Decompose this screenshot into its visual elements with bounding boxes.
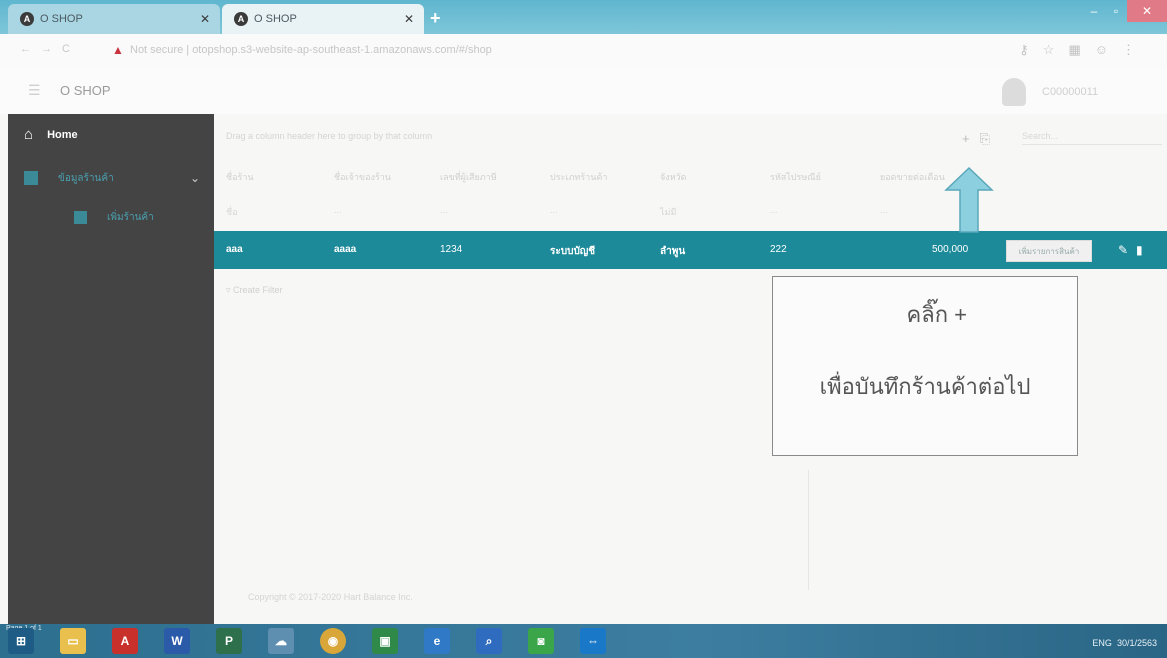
- word-icon[interactable]: W: [164, 628, 190, 654]
- annotation-callout: คลิ๊ก + เพื่อบันทึกร้านค้าต่อไป: [772, 276, 1078, 456]
- filter-cell[interactable]: ไม่มี: [660, 205, 676, 219]
- filter-cell[interactable]: ...: [880, 205, 888, 215]
- export-icon[interactable]: ⎘: [980, 131, 1000, 146]
- filter-cell[interactable]: ...: [550, 205, 558, 215]
- window-controls: – ▫ ✕: [1083, 0, 1167, 22]
- chevron-down-icon: ⌄: [189, 171, 200, 185]
- tab-title: O SHOP: [40, 13, 83, 25]
- column-header[interactable]: รหัสไปรษณีย์: [770, 170, 821, 184]
- brand-title: O SHOP: [60, 83, 111, 98]
- search-icon[interactable]: ⌕: [476, 628, 502, 654]
- angular-logo-icon: A: [20, 12, 34, 26]
- edit-icon[interactable]: ✎: [1118, 243, 1128, 257]
- annotation-arrow-icon: [944, 166, 994, 233]
- add-products-button[interactable]: เพิ่มรายการสินค้า: [1006, 240, 1092, 262]
- cloud-icon[interactable]: ☁: [268, 628, 294, 654]
- app-header: ☰ O SHOP C00000011: [0, 68, 1167, 114]
- hamburger-menu-icon[interactable]: ☰: [28, 82, 41, 99]
- start-windows-icon[interactable]: ⊞: [8, 628, 34, 654]
- cell-province: ลำพูน: [660, 246, 686, 257]
- browser-tab-bar: A O SHOP ✕ A O SHOP ✕ + – ▫ ✕: [0, 0, 1167, 34]
- file-explorer-icon[interactable]: ▭: [60, 628, 86, 654]
- filter-cell[interactable]: ...: [770, 205, 778, 215]
- browser-tab-1[interactable]: A O SHOP ✕: [8, 4, 220, 34]
- cell-shop-name: aaa: [226, 244, 243, 255]
- warning-icon[interactable]: ▲: [112, 43, 124, 57]
- grid-toolbar: +⎘: [962, 131, 1000, 147]
- sidebar-subitem-add-shop[interactable]: เพิ่มร้านค้า: [74, 210, 154, 225]
- sidebar-item-label: ข้อมูลร้านค้า: [58, 172, 114, 184]
- cell-tax-id: 1234: [440, 244, 463, 255]
- minimize-button[interactable]: –: [1083, 0, 1105, 22]
- filter-cell[interactable]: ...: [334, 205, 342, 215]
- sidebar-item-label: Home: [47, 128, 78, 141]
- table-row[interactable]: aaa aaaa 1234 ระบบบัญชี ลำพูน 222 500,00…: [214, 231, 1167, 269]
- acrobat-icon[interactable]: A: [112, 628, 138, 654]
- list-icon: [74, 211, 87, 224]
- nav-buttons[interactable]: ←→C: [20, 43, 80, 55]
- column-header[interactable]: ยอดขายต่อเดือน: [880, 170, 945, 184]
- new-tab-button[interactable]: +: [430, 8, 441, 29]
- home-icon: ⌂: [24, 126, 34, 143]
- cell-monthly-sales: 500,000: [932, 244, 969, 255]
- cell-owner: aaaa: [334, 244, 357, 255]
- user-name[interactable]: C00000011: [1042, 86, 1098, 98]
- windows-taskbar: Page 1 of 1 ⊞ ▭ A W P ☁ ◉ ▣ e ⌕ ◙ ⇔ ENG …: [0, 624, 1167, 658]
- maximize-button[interactable]: ▫: [1105, 0, 1127, 22]
- footer-copyright: Copyright © 2017-2020 Hart Balance Inc.: [248, 592, 413, 602]
- group-panel-hint: Drag a column header here to group by th…: [226, 131, 433, 141]
- grid-filter-row: ชื่อ ... ... ... ไม่มี ... ...: [214, 205, 1167, 219]
- browser-tab-2[interactable]: A O SHOP ✕: [222, 4, 424, 34]
- divider: [808, 470, 809, 590]
- annotation-line-2: เพื่อบันทึกร้านค้าต่อไป: [819, 374, 1031, 399]
- cell-postcode: 222: [770, 244, 787, 255]
- create-filter-link[interactable]: ▿ Create Filter: [226, 285, 283, 296]
- column-header[interactable]: ชื่อร้าน: [226, 170, 254, 184]
- delete-icon[interactable]: ▮: [1136, 243, 1143, 257]
- store-icon[interactable]: ▣: [372, 628, 398, 654]
- sidebar-item-shop-info[interactable]: ข้อมูลร้านค้า ⌄: [24, 166, 206, 190]
- filter-cell[interactable]: ...: [440, 205, 448, 215]
- url-field[interactable]: Not secure | otopshop.s3-website-ap-sout…: [130, 44, 492, 56]
- tab-close-icon[interactable]: ✕: [200, 12, 210, 26]
- sidebar-item-label: เพิ่มร้านค้า: [107, 212, 154, 223]
- grid-header-row: ชื่อร้าน ชื่อเจ้าของร้าน เลขที่ผู้เสียภา…: [214, 170, 1167, 190]
- chrome-icon[interactable]: ◉: [320, 628, 346, 654]
- line-app-icon[interactable]: ◙: [528, 628, 554, 654]
- tab-close-icon[interactable]: ✕: [404, 12, 414, 26]
- ie-icon[interactable]: e: [424, 628, 450, 654]
- project-icon[interactable]: P: [216, 628, 242, 654]
- folder-icon: [24, 171, 38, 185]
- teamviewer-icon[interactable]: ⇔: [580, 628, 606, 654]
- system-tray[interactable]: ENG 30/1/2563: [1092, 638, 1157, 648]
- column-header[interactable]: เลขที่ผู้เสียภาษี: [440, 170, 497, 184]
- sidebar: ⌂ Home ข้อมูลร้านค้า ⌄ เพิ่มร้านค้า: [8, 114, 214, 624]
- address-bar: ←→C ▲ Not secure | otopshop.s3-website-a…: [0, 34, 1167, 69]
- cell-shop-type: ระบบบัญชี: [550, 246, 596, 257]
- tab-title: O SHOP: [254, 13, 297, 25]
- filter-cell[interactable]: ชื่อ: [226, 205, 238, 219]
- sidebar-item-home[interactable]: ⌂ Home: [24, 126, 78, 143]
- column-header[interactable]: ประเภทร้านค้า: [550, 170, 607, 184]
- add-icon[interactable]: +: [962, 131, 980, 146]
- angular-logo-icon: A: [234, 12, 248, 26]
- browser-toolbar-icons[interactable]: ⚷☆▦☺⋮: [1019, 42, 1149, 58]
- grid-search-input[interactable]: Search...: [1022, 131, 1162, 145]
- close-window-button[interactable]: ✕: [1127, 0, 1167, 22]
- column-header[interactable]: จังหวัด: [660, 170, 687, 184]
- column-header[interactable]: ชื่อเจ้าของร้าน: [334, 170, 391, 184]
- annotation-line-1: คลิ๊ก +: [906, 302, 967, 327]
- user-avatar-icon[interactable]: [1002, 78, 1026, 106]
